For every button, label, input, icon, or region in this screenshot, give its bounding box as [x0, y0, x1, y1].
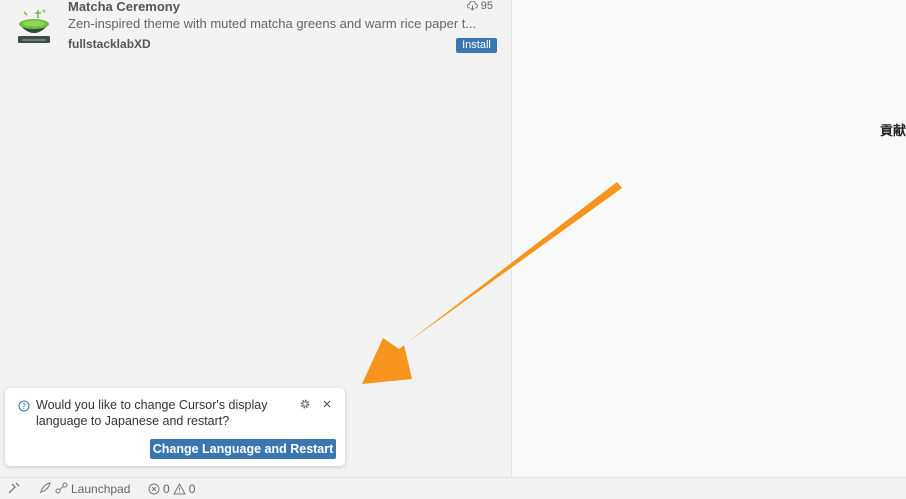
status-bar: Launchpad 0 0 — [0, 477, 906, 499]
language-notification: ? Would you like to change Cursor's disp… — [5, 388, 345, 466]
notification-message: Would you like to change Cursor's displa… — [36, 398, 268, 428]
gear-icon[interactable] — [299, 398, 311, 410]
rocket-icon — [39, 482, 51, 494]
error-count: 0 — [163, 481, 170, 496]
download-count-value: 95 — [480, 0, 493, 12]
info-icon: ? — [18, 400, 30, 412]
share-icon — [55, 482, 68, 494]
extension-description: Zen-inspired theme with muted matcha gre… — [68, 17, 477, 31]
launchpad-item[interactable]: Launchpad — [38, 481, 130, 496]
matcha-bowl-icon — [18, 9, 50, 43]
warning-icon — [172, 482, 186, 494]
extension-list-item[interactable]: Matcha Ceremony 95 Zen-inspired theme wi… — [0, 0, 511, 58]
close-icon[interactable] — [321, 398, 333, 410]
change-language-button[interactable]: Change Language and Restart — [150, 439, 336, 459]
extension-name: Matcha Ceremony — [68, 0, 180, 14]
warning-count: 0 — [188, 481, 196, 496]
install-button[interactable]: Install — [456, 38, 497, 53]
error-icon — [148, 483, 160, 494]
launchpad-label: Launchpad — [71, 481, 131, 496]
remote-icon[interactable] — [7, 481, 21, 495]
editor-cjk-text: 貢献 — [879, 124, 906, 139]
editor-area — [512, 0, 906, 477]
problems-indicator[interactable]: 0 0 — [148, 481, 195, 496]
extension-publisher[interactable]: fullstacklabXD — [68, 37, 151, 51]
svg-text:?: ? — [22, 402, 26, 411]
cloud-download-icon — [466, 1, 478, 11]
download-count: 95 — [466, 0, 493, 12]
